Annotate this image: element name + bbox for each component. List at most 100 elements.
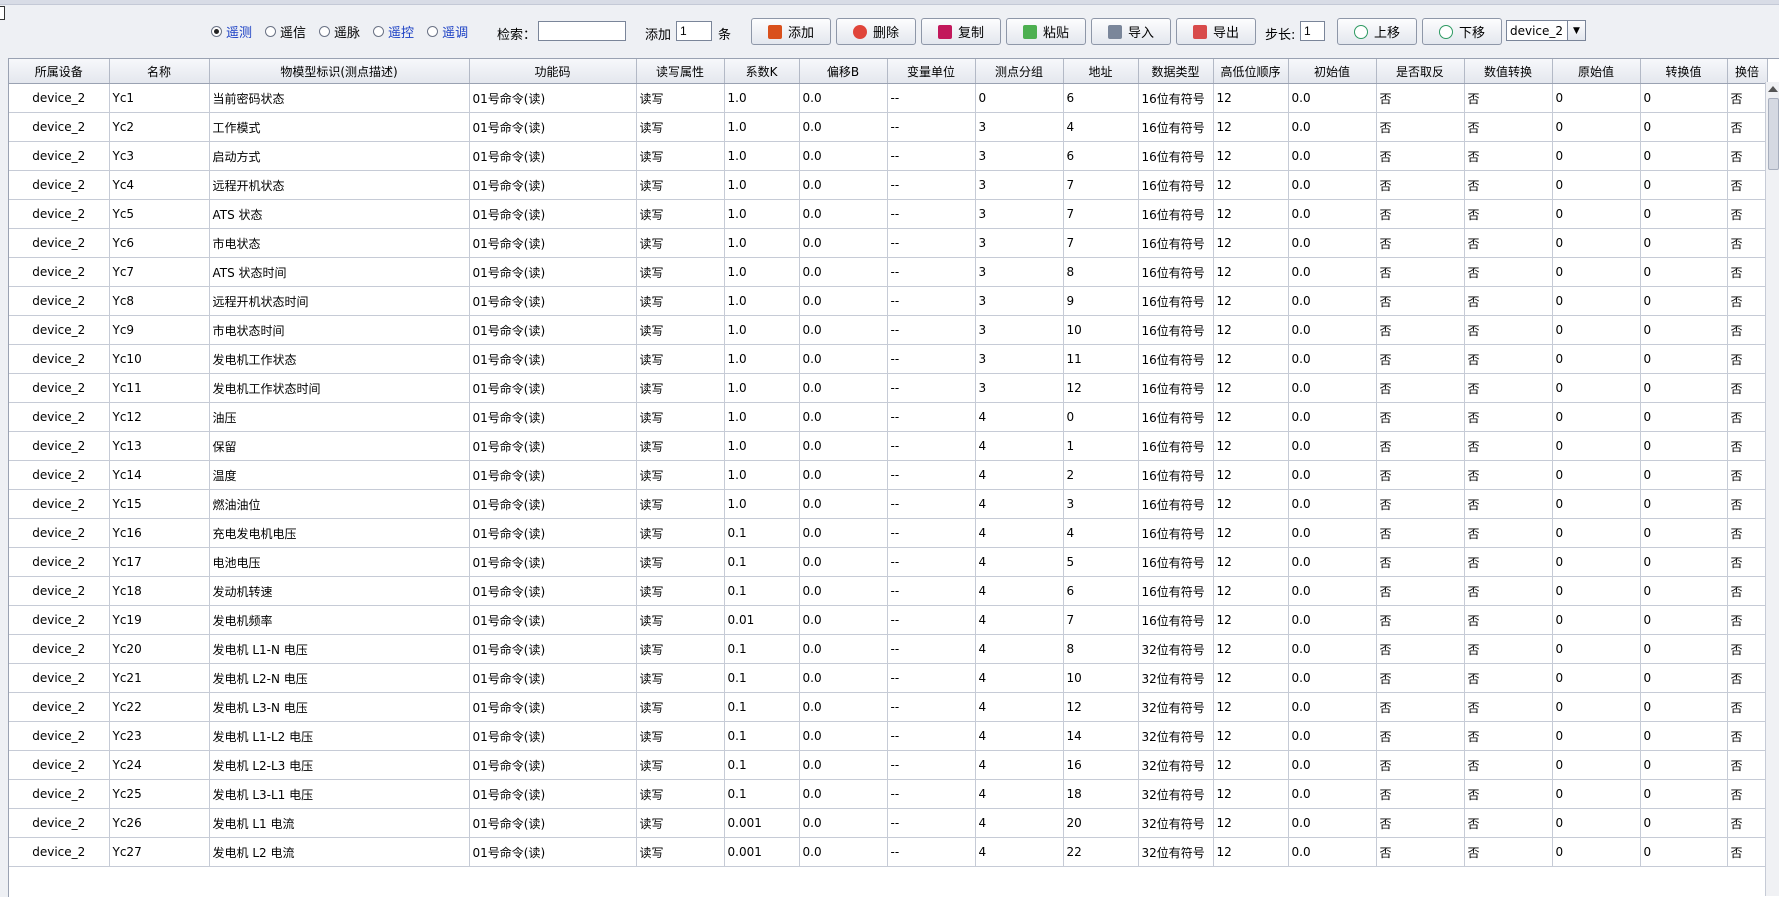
table-cell[interactable]: 0.0 (1288, 402, 1377, 432)
table-cell[interactable]: 0.1 (724, 634, 800, 664)
table-cell[interactable]: 否 (1464, 460, 1553, 490)
table-cell[interactable]: 32位有符号 (1138, 837, 1214, 867)
table-cell[interactable]: 否 (1464, 431, 1553, 461)
table-cell[interactable]: 否 (1376, 663, 1465, 693)
table-cell[interactable]: -- (887, 518, 976, 548)
table-cell[interactable]: -- (887, 750, 976, 780)
table-cell[interactable]: 0.0 (1288, 663, 1377, 693)
table-cell[interactable]: 0 (1552, 315, 1641, 345)
table-cell[interactable]: 32位有符号 (1138, 721, 1214, 751)
search-input[interactable] (538, 21, 626, 41)
table-cell[interactable]: 20 (1063, 808, 1139, 838)
table-cell[interactable]: 0 (1552, 837, 1641, 867)
table-cell[interactable]: 3 (975, 170, 1064, 200)
table-cell[interactable]: 01号命令(读) (469, 634, 637, 664)
table-cell[interactable]: 3 (975, 344, 1064, 374)
table-cell[interactable]: 否 (1376, 373, 1465, 403)
table-cell[interactable]: 0.1 (724, 750, 800, 780)
table-cell[interactable]: 否 (1464, 779, 1553, 809)
table-cell[interactable]: 01号命令(读) (469, 344, 637, 374)
table-cell[interactable]: device_2 (9, 228, 110, 258)
table-cell[interactable]: 否 (1727, 460, 1768, 490)
table-cell[interactable]: 0 (1552, 576, 1641, 606)
table-cell[interactable]: 01号命令(读) (469, 837, 637, 867)
table-cell[interactable]: 0.0 (1288, 286, 1377, 316)
table-cell[interactable]: 01号命令(读) (469, 170, 637, 200)
table-row[interactable]: device_2 Yc1 当前密码状态 01号命令(读) 读写 1.0 0.0 -- 0 6 16位… (9, 83, 1768, 113)
table-cell[interactable]: 0.0 (799, 692, 888, 722)
table-cell[interactable]: 32位有符号 (1138, 663, 1214, 693)
table-cell[interactable]: ATS 状态 (209, 199, 470, 229)
table-cell[interactable]: Yc27 (109, 837, 210, 867)
table-cell[interactable]: 0 (1640, 518, 1728, 548)
table-cell[interactable]: 0 (975, 83, 1064, 113)
table-cell[interactable]: 0 (1640, 373, 1728, 403)
column-header[interactable]: 地址 (1063, 59, 1139, 84)
table-cell[interactable]: 0.0 (799, 518, 888, 548)
table-cell[interactable]: 0.0 (1288, 489, 1377, 519)
table-cell[interactable]: 读写 (636, 489, 725, 519)
table-cell[interactable]: -- (887, 460, 976, 490)
table-cell[interactable]: 否 (1464, 228, 1553, 258)
table-cell[interactable]: device_2 (9, 257, 110, 287)
column-header[interactable]: 物模型标识(测点描述) (209, 59, 470, 84)
table-cell[interactable]: 0.0 (1288, 112, 1377, 142)
table-cell[interactable]: 1.0 (724, 257, 800, 287)
table-cell[interactable]: 否 (1727, 431, 1768, 461)
table-cell[interactable]: 否 (1464, 489, 1553, 519)
table-cell[interactable]: device_2 (9, 518, 110, 548)
table-cell[interactable]: 01号命令(读) (469, 112, 637, 142)
table-cell[interactable]: 否 (1464, 402, 1553, 432)
table-cell[interactable]: 否 (1376, 634, 1465, 664)
table-cell[interactable]: -- (887, 431, 976, 461)
column-header[interactable]: 是否取反 (1376, 59, 1465, 84)
table-cell[interactable]: 16位有符号 (1138, 402, 1214, 432)
table-cell[interactable]: 否 (1727, 373, 1768, 403)
table-cell[interactable]: 0.0 (799, 750, 888, 780)
table-cell[interactable]: -- (887, 402, 976, 432)
table-cell[interactable]: 16位有符号 (1138, 576, 1214, 606)
table-cell[interactable]: 读写 (636, 750, 725, 780)
table-cell[interactable]: 0.0 (799, 547, 888, 577)
table-cell[interactable]: 4 (975, 489, 1064, 519)
table-cell[interactable]: 16位有符号 (1138, 199, 1214, 229)
table-cell[interactable]: 发电机 L3-N 电压 (209, 692, 470, 722)
table-cell[interactable]: 发电机 L1-N 电压 (209, 634, 470, 664)
table-cell[interactable]: 否 (1464, 373, 1553, 403)
table-cell[interactable]: 发电机 L1-L2 电压 (209, 721, 470, 751)
table-cell[interactable]: 1.0 (724, 402, 800, 432)
table-cell[interactable]: 保留 (209, 431, 470, 461)
table-cell[interactable]: 否 (1727, 750, 1768, 780)
table-cell[interactable]: 32位有符号 (1138, 808, 1214, 838)
table-cell[interactable]: 否 (1464, 837, 1553, 867)
table-row[interactable]: device_2 Yc18 发动机转速 01号命令(读) 读写 0.1 0.0 -- 4 6 16位… (9, 576, 1768, 606)
table-cell[interactable]: 0 (1640, 112, 1728, 142)
table-cell[interactable]: 01号命令(读) (469, 547, 637, 577)
table-cell[interactable]: 0.0 (799, 373, 888, 403)
table-cell[interactable]: 否 (1376, 750, 1465, 780)
table-cell[interactable]: 01号命令(读) (469, 228, 637, 258)
table-cell[interactable]: 否 (1376, 286, 1465, 316)
table-cell[interactable]: 否 (1727, 199, 1768, 229)
table-cell[interactable]: 0 (1552, 779, 1641, 809)
column-header[interactable]: 初始值 (1288, 59, 1377, 84)
table-cell[interactable]: 3 (975, 141, 1064, 171)
table-cell[interactable]: 4 (975, 518, 1064, 548)
table-cell[interactable]: Yc1 (109, 83, 210, 113)
table-cell[interactable]: 充电发电机电压 (209, 518, 470, 548)
table-cell[interactable]: 0 (1640, 779, 1728, 809)
table-cell[interactable]: 0 (1552, 286, 1641, 316)
table-cell[interactable]: 读写 (636, 402, 725, 432)
table-cell[interactable]: 0.0 (799, 286, 888, 316)
column-header[interactable]: 读写属性 (636, 59, 725, 84)
table-cell[interactable]: 4 (975, 605, 1064, 635)
table-cell[interactable]: 0 (1552, 634, 1641, 664)
table-cell[interactable]: 01号命令(读) (469, 373, 637, 403)
table-cell[interactable]: -- (887, 315, 976, 345)
table-row[interactable]: device_2 Yc27 发电机 L2 电流 01号命令(读) 读写 0.001 0.0-… (9, 837, 1768, 867)
table-cell[interactable]: device_2 (9, 112, 110, 142)
radio-yaoxin[interactable]: 遥信 (265, 22, 306, 41)
scroll-thumb[interactable] (1768, 98, 1779, 170)
table-cell[interactable]: 0.1 (724, 721, 800, 751)
table-cell[interactable]: 12 (1213, 83, 1289, 113)
